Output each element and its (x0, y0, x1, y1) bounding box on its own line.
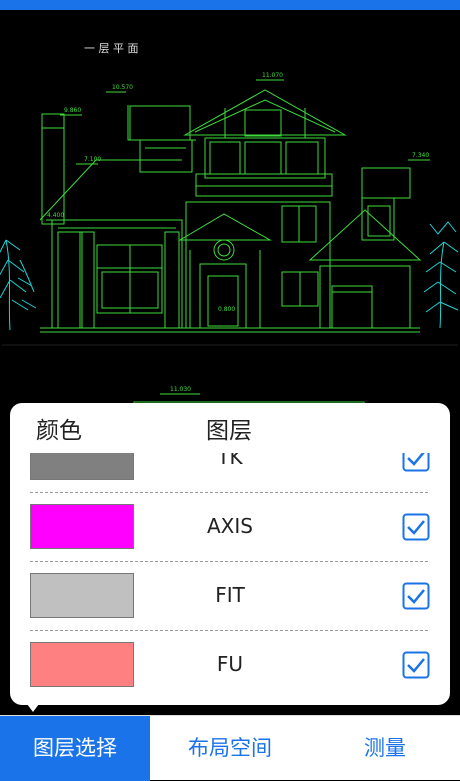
layer-color-swatch[interactable] (30, 642, 134, 687)
color-column-header: 颜色 (36, 418, 82, 444)
layer-color-swatch[interactable] (30, 573, 134, 618)
layer-list[interactable]: TK AXIS FIT FU (10, 453, 450, 705)
tab-layout-space[interactable]: 布局空间 (155, 716, 305, 781)
layer-color-swatch[interactable] (30, 504, 134, 549)
dim-label: 11.070 (262, 72, 283, 79)
layer-column-header: 图层 (206, 418, 252, 444)
dim-label: 7.340 (412, 152, 429, 159)
popup-pointer (24, 700, 42, 712)
layer-name: TK (217, 453, 243, 469)
dim-label: 11.030 (170, 386, 191, 393)
dim-label: 7.100 (84, 156, 101, 163)
layer-visible-checkbox[interactable] (402, 453, 430, 472)
dim-label: 0.800 (218, 306, 235, 313)
layer-row[interactable]: FIT (10, 561, 450, 630)
dim-label: 4.400 (47, 212, 64, 219)
layer-selection-panel: 颜色 图层 TK AXIS FIT FU (10, 403, 450, 705)
layer-row[interactable]: TK (10, 453, 450, 492)
top-accent-bar (0, 0, 460, 10)
plan-title: 一 层 平 面 (84, 42, 139, 55)
layer-name: FIT (215, 583, 245, 607)
row-divider (30, 561, 428, 562)
layer-visible-checkbox[interactable] (402, 651, 430, 679)
bottom-tab-bar: 图层选择 布局空间 测量 (0, 715, 460, 781)
layer-row[interactable]: AXIS (10, 492, 450, 561)
layer-visible-checkbox[interactable] (402, 513, 430, 541)
layer-name: AXIS (207, 514, 253, 538)
layer-row[interactable]: FU (10, 630, 450, 699)
dim-label: 10.570 (112, 84, 133, 91)
tab-layer-select[interactable]: 图层选择 (0, 716, 150, 781)
tab-measure[interactable]: 测量 (310, 716, 460, 781)
layer-name: FU (216, 652, 244, 676)
dim-label: 9.860 (64, 107, 81, 114)
layer-color-swatch[interactable] (30, 453, 134, 480)
layer-visible-checkbox[interactable] (402, 582, 430, 610)
row-divider (30, 630, 428, 631)
row-divider (30, 492, 428, 493)
